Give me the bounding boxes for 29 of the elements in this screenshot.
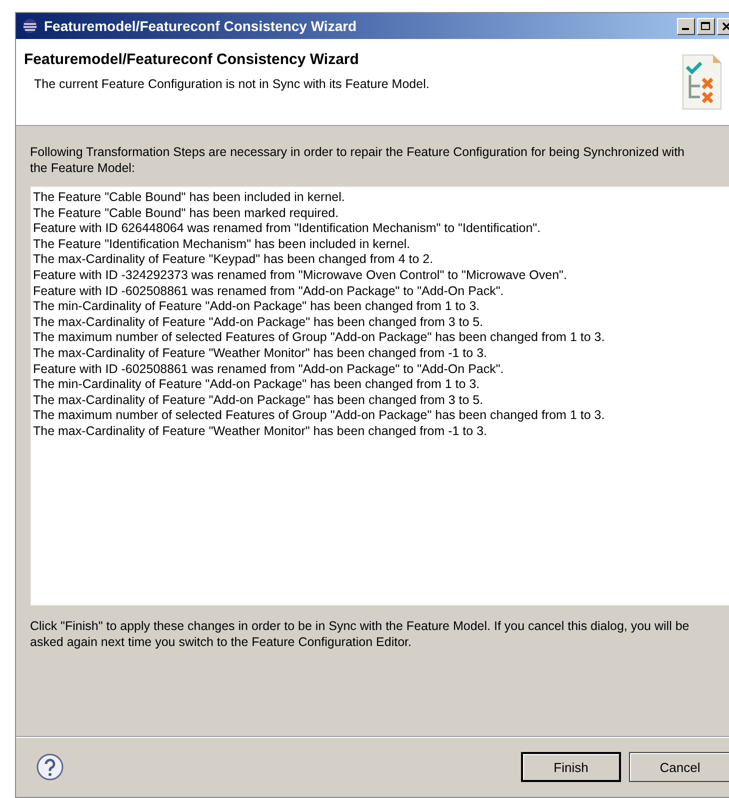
step-line: The Feature "Cable Bound" has been marked required. <box>33 206 340 222</box>
intro-text: Following Transformation Steps are necessary in order to repair the Feature Configuration for being Synchronized with the Feature Model: <box>30 144 686 176</box>
help-icon[interactable] <box>36 753 64 781</box>
step-line: The max-Cardinality of Feature "Add-on Package" has been changed from 3 to 5. <box>33 392 484 408</box>
step-line: The max-Cardinality of Feature "Keypad" has been changed from 4 to 2. <box>33 252 434 268</box>
step-line: The min-Cardinality of Feature "Add-on Package" has been changed from 1 to 3. <box>33 377 481 393</box>
step-line: The max-Cardinality of Feature "Weather Monitor" has been changed from -1 to 3. <box>33 424 488 440</box>
header-title: Featuremodel/Featureconf Consistency Wizard <box>24 51 360 68</box>
step-line: The min-Cardinality of Feature "Add-on Package" has been changed from 1 to 3. <box>33 299 481 315</box>
note-text: Click "Finish" to apply these changes in order to be in Sync with the Feature Model. If you cancel this dialog, you will be asked again next time you switch to the Feature Configuration Editor. <box>30 618 690 650</box>
step-line: Feature with ID -324292373 was renamed from "Microwave Oven Control" to "Microwave Oven". <box>33 268 568 284</box>
maximize-icon <box>701 22 711 30</box>
step-line: Feature with ID -602508861 was renamed from "Add-on Package" to "Add-On Pack". <box>33 284 505 300</box>
step-line: The maximum number of selected Features of Group "Add-on Package" has been changed from 1 to 3. <box>33 408 606 424</box>
header-message: The current Feature Configuration is not in Sync with its Feature Model. <box>34 77 430 91</box>
step-line: The Feature "Identification Mechanism" has been included in kernel. <box>33 236 412 252</box>
cancel-button[interactable]: Cancel <box>629 752 729 782</box>
maximize-button[interactable] <box>697 18 715 34</box>
finish-button[interactable]: Finish <box>521 752 621 782</box>
app-icon <box>22 18 38 34</box>
step-line: The max-Cardinality of Feature "Add-on Package" has been changed from 3 to 5. <box>33 314 484 330</box>
step-line: The maximum number of selected Features of Group "Add-on Package" has been changed from 1 to 3. <box>33 330 606 346</box>
step-line: Feature with ID 626448064 was renamed from "Identification Mechanism" to "Identification". <box>33 221 542 237</box>
window-title: Featuremodel/Featureconf Consistency Wizard <box>44 18 358 34</box>
minimize-button[interactable] <box>677 18 695 34</box>
step-line: The max-Cardinality of Feature "Weather Monitor" has been changed from -1 to 3. <box>33 346 488 362</box>
step-line: The Feature "Cable Bound" has been included in kernel. <box>33 190 346 206</box>
step-line: Feature with ID -602508861 was renamed from "Add-on Package" to "Add-On Pack". <box>33 362 505 378</box>
close-icon <box>722 22 729 30</box>
